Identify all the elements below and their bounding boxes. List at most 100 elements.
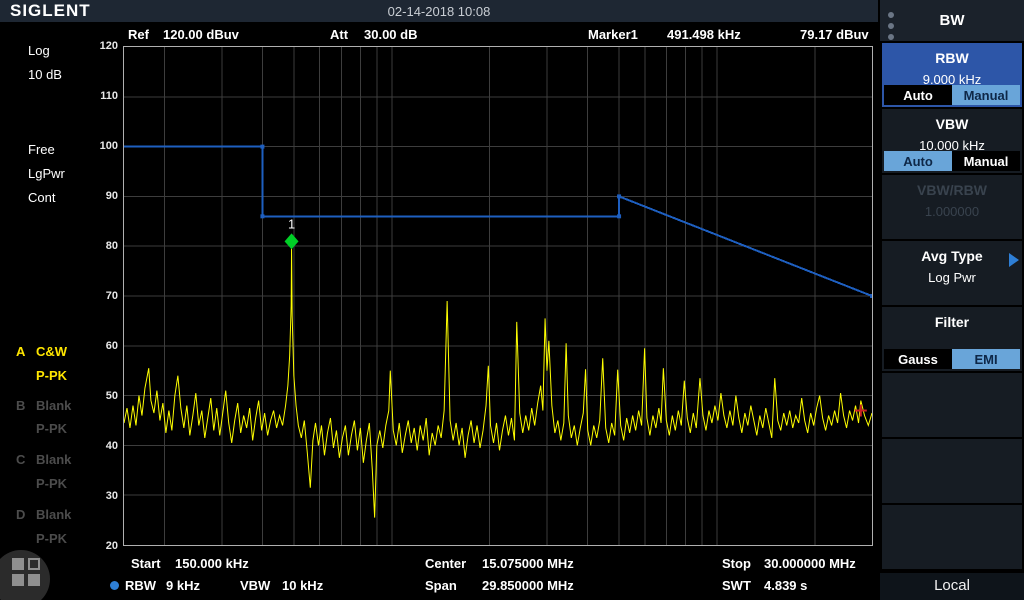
softkey-menu-header: BW	[880, 0, 1024, 41]
rbw-auto-manual-toggle: Auto Manual	[884, 85, 1020, 105]
footer-readout: Start 150.000 kHz Center 15.075000 MHz S…	[0, 548, 878, 600]
trace-d-status: DBlank	[16, 507, 116, 522]
softkey-empty	[882, 373, 1022, 437]
trace-d-id: D	[16, 507, 36, 522]
trace-d-mode: Blank	[36, 507, 71, 522]
rbw-softkey-label: RBW	[882, 50, 1022, 66]
att-value: 30.00 dB	[364, 27, 417, 42]
softkey-filter[interactable]: Filter Gauss EMI	[882, 307, 1022, 371]
grid-square-icon	[12, 574, 24, 586]
start-label: Start	[131, 556, 161, 571]
softkey-rbw[interactable]: RBW 9.000 kHz Auto Manual	[882, 43, 1022, 107]
center-label: Center	[425, 556, 466, 571]
stop-value: 30.000000 MHz	[764, 556, 856, 571]
vbw-auto-option[interactable]: Auto	[884, 151, 952, 171]
limit-line-vertex	[260, 145, 264, 149]
filter-toggle: Gauss EMI	[884, 349, 1020, 369]
vbw-softkey-label: VBW	[882, 116, 1022, 132]
limit-line-vertex	[870, 294, 872, 298]
filter-gauss-option[interactable]: Gauss	[884, 349, 952, 369]
swt-label: SWT	[722, 578, 751, 593]
ref-value: 120.00 dBuv	[163, 27, 239, 42]
y-tick-label: 60	[88, 340, 118, 352]
grid-square-icon	[28, 574, 40, 586]
vbw-value: 10 kHz	[282, 578, 323, 593]
vbw-label: VBW	[240, 578, 270, 593]
marker-amplitude: 79.17 dBuv	[800, 27, 869, 42]
limit-line-vertex	[260, 214, 264, 218]
scale-type-label: Log	[28, 43, 50, 58]
y-tick-label: 80	[88, 240, 118, 252]
y-tick-label: 50	[88, 390, 118, 402]
limit-line-vertex	[617, 194, 621, 198]
trace-b-id: B	[16, 398, 36, 413]
ref-label: Ref	[128, 27, 149, 42]
spectrum-plot-svg: 1	[124, 47, 872, 545]
att-label: Att	[330, 27, 348, 42]
trace-b-detector: P-PK	[36, 421, 136, 436]
limit-line	[124, 147, 872, 296]
y-tick-label: 110	[88, 90, 118, 102]
softkey-avg-type[interactable]: Avg Type Log Pwr	[882, 241, 1022, 305]
rbw-manual-option[interactable]: Manual	[952, 85, 1020, 105]
avg-mode-label: LgPwr	[28, 166, 65, 181]
spectrum-analyzer-screen: SIGLENT 02-14-2018 10:08 Ref 120.00 dBuv…	[0, 0, 1024, 600]
marker-label: Marker1	[588, 27, 638, 42]
sweep-mode-label: Cont	[28, 190, 55, 205]
span-label: Span	[425, 578, 457, 593]
vbw-manual-option[interactable]: Manual	[952, 151, 1020, 171]
rbw-indicator-icon	[110, 581, 119, 590]
swt-value: 4.839 s	[764, 578, 807, 593]
y-tick-label: 90	[88, 190, 118, 202]
rbw-auto-option[interactable]: Auto	[884, 85, 952, 105]
softkey-empty	[882, 439, 1022, 503]
status-row: Ref 120.00 dBuv Att 30.00 dB Marker1 491…	[0, 27, 878, 44]
trace-c-status: CBlank	[16, 452, 116, 467]
y-tick-label: 70	[88, 290, 118, 302]
trace-c-mode: Blank	[36, 452, 71, 467]
stop-label: Stop	[722, 556, 751, 571]
trace-b-mode: Blank	[36, 398, 71, 413]
marker-number: 1	[288, 216, 295, 231]
softkey-empty	[882, 505, 1022, 569]
trace-d-detector: P-PK	[36, 531, 136, 546]
top-bar: SIGLENT 02-14-2018 10:08	[0, 0, 878, 22]
vbw-auto-manual-toggle: Auto Manual	[884, 151, 1020, 171]
trace-a-detector: P-PK	[36, 368, 136, 383]
limit-line-vertex	[617, 214, 621, 218]
y-tick-label: 40	[88, 440, 118, 452]
softkey-vbw-rbw-ratio: VBW/RBW 1.000000	[882, 175, 1022, 239]
trace-a-id: A	[16, 344, 36, 359]
avg-type-value: Log Pwr	[882, 270, 1022, 285]
center-value: 15.075000 MHz	[482, 556, 574, 571]
y-tick-label: 30	[88, 490, 118, 502]
spectrum-plot: 1	[123, 46, 873, 546]
filter-emi-option[interactable]: EMI	[952, 349, 1020, 369]
marker-frequency: 491.498 kHz	[667, 27, 741, 42]
trace-c-id: C	[16, 452, 36, 467]
softkey-menu: BW RBW 9.000 kHz Auto Manual VBW 10.000 …	[880, 0, 1024, 600]
trace-a-line	[124, 247, 872, 517]
trace-a-mode: C&W	[36, 344, 67, 359]
submenu-arrow-icon	[1009, 253, 1019, 267]
grid-square-outline-icon	[28, 558, 40, 570]
menu-title: BW	[880, 12, 1024, 29]
y-tick-label: 100	[88, 140, 118, 152]
vbw-rbw-label: VBW/RBW	[882, 182, 1022, 198]
local-status: Local	[880, 573, 1024, 600]
marker-diamond[interactable]	[285, 233, 299, 249]
filter-label: Filter	[882, 314, 1022, 330]
start-value: 150.000 kHz	[175, 556, 249, 571]
y-tick-label: 120	[88, 40, 118, 52]
grid-square-icon	[12, 558, 24, 570]
scale-div-label: 10 dB	[28, 67, 62, 82]
trace-c-detector: P-PK	[36, 476, 136, 491]
softkey-vbw[interactable]: VBW 10.000 kHz Auto Manual	[882, 109, 1022, 173]
rbw-value: 9 kHz	[166, 578, 200, 593]
datetime: 02-14-2018 10:08	[0, 4, 878, 19]
vbw-rbw-value: 1.000000	[882, 204, 1022, 219]
avg-type-label: Avg Type	[882, 248, 1022, 264]
span-value: 29.850000 MHz	[482, 578, 574, 593]
rbw-label: RBW	[125, 578, 156, 593]
trigger-mode-label: Free	[28, 142, 55, 157]
